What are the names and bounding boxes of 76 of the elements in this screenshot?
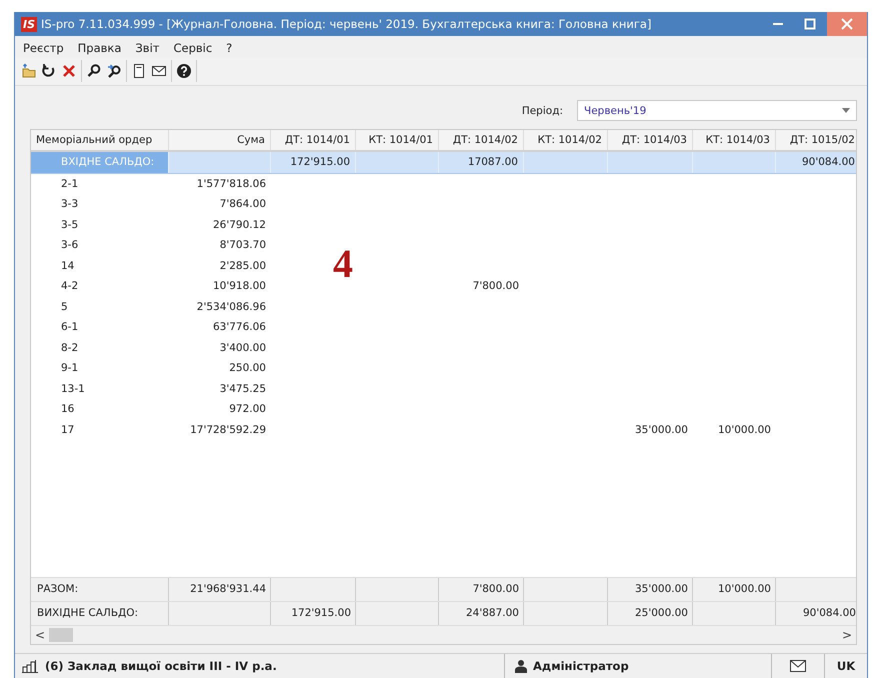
table-cell-text: 3-5 — [60, 218, 80, 232]
search-icon — [86, 63, 102, 79]
close-button[interactable] — [827, 12, 867, 36]
scroll-left-button[interactable]: < — [31, 628, 49, 642]
table-cell-text: 250.00 — [228, 361, 267, 376]
column-header[interactable]: КТ: 1014/02 — [524, 130, 608, 150]
table-cell-text: 4-2 — [60, 279, 80, 294]
table-cell-text: 17'728'592.29 — [189, 422, 267, 438]
step-number: 4 — [333, 244, 353, 284]
column-header[interactable]: ДТ: 1014/03 — [608, 130, 693, 150]
table-cell-text: 16 — [60, 402, 76, 417]
menu-item[interactable]: Реєстр — [23, 41, 64, 55]
table-cell-text: 17 — [60, 422, 76, 438]
dropdown-arrow-icon — [842, 108, 850, 113]
table-cell-text: 6-1 — [60, 320, 80, 335]
table-cell-text: 8-2 — [60, 340, 80, 356]
menu-item[interactable]: ? — [226, 41, 232, 55]
window-title: IS-pro 7.11.034.999 - [Журнал-Головна. Період: червень' 2019. Бухгалтерська книга: Головна книга] — [41, 17, 652, 31]
table-cell: 172'915.00 — [271, 152, 356, 172]
search-next-icon — [106, 63, 122, 79]
app-logo: IS — [21, 16, 38, 32]
table-cell: 90'084.00 — [776, 152, 856, 172]
table-cell-text: 3'400.00 — [218, 340, 267, 356]
mail-icon — [151, 63, 167, 79]
menu-item[interactable]: Правка — [78, 41, 122, 55]
scroll-right-button[interactable]: > — [838, 628, 856, 642]
table-cell-text: 2'534'086.96 — [196, 300, 267, 314]
period-dropdown[interactable]: Червень'19 — [577, 100, 857, 121]
table-cell-text: 3-3 — [60, 197, 80, 212]
column-header[interactable]: КТ: 1014/03 — [693, 130, 776, 150]
table-cell-text: 14 — [60, 258, 76, 274]
user-icon — [515, 659, 527, 673]
column-header[interactable]: ДТ: 1014/02 — [439, 130, 524, 150]
scroll-thumb[interactable] — [49, 628, 73, 642]
table-cell-text: 10'000.00 — [717, 422, 772, 438]
table-cell-text: 35'000.00 — [634, 422, 689, 438]
table-cell-text: 13-1 — [60, 382, 86, 396]
table-cell-text: 9-1 — [60, 361, 80, 376]
maximize-icon — [803, 17, 817, 31]
period-label: Період: — [522, 104, 563, 116]
mail-icon[interactable] — [790, 660, 806, 672]
table-cell-text: 1'577'818.06 — [196, 176, 267, 192]
building-icon — [21, 659, 39, 673]
menu-item[interactable]: Сервіс — [173, 41, 212, 55]
column-header[interactable]: КТ: 1014/01 — [356, 130, 439, 150]
horizontal-scrollbar[interactable]: < > — [31, 626, 856, 644]
table-cell-text: 3'475.25 — [218, 382, 267, 396]
language-indicator: UK — [836, 659, 856, 673]
table-cell: 17087.00 — [439, 152, 524, 172]
user-name: Адміністратор — [533, 659, 629, 673]
table-cell-text: 26'790.12 — [212, 218, 267, 232]
table-cell-text: 8'703.70 — [218, 238, 267, 253]
column-header[interactable]: Меморіальний ордер — [31, 130, 169, 150]
table-cell-text: 10'918.00 — [212, 279, 267, 294]
document-icon — [131, 63, 147, 79]
selected-row[interactable]: ВХІДНЕ САЛЬДО: 172'915.00 17087.00 90'084.00 — [31, 152, 856, 174]
folder-icon — [21, 63, 37, 79]
help-icon — [176, 63, 192, 79]
minimize-icon — [773, 23, 783, 25]
column-header[interactable]: ДТ: 1015/02 — [776, 130, 856, 150]
refresh-icon — [41, 63, 57, 79]
table-cell-text: 7'800.00 — [472, 279, 520, 294]
table-cell-text: 63'776.06 — [212, 320, 267, 335]
menu-item[interactable]: Звіт — [135, 41, 160, 55]
table-cell: ВХІДНЕ САЛЬДО: — [31, 152, 169, 172]
table-cell-text: 2-1 — [60, 176, 80, 192]
table-cell-text: 972.00 — [228, 402, 267, 417]
table-cell-text: 2'285.00 — [218, 258, 267, 274]
table-cell-text: 5 — [60, 300, 69, 314]
column-header[interactable]: Сума — [169, 130, 271, 150]
column-header[interactable]: ДТ: 1014/01 — [271, 130, 356, 150]
table-cell-text: 7'864.00 — [218, 197, 267, 212]
delete-icon — [61, 63, 77, 79]
organization-name: (6) Заклад вищої освіти III - IV р.а. — [45, 659, 277, 673]
close-icon — [840, 17, 854, 31]
table-cell-text: 3-6 — [60, 238, 80, 253]
